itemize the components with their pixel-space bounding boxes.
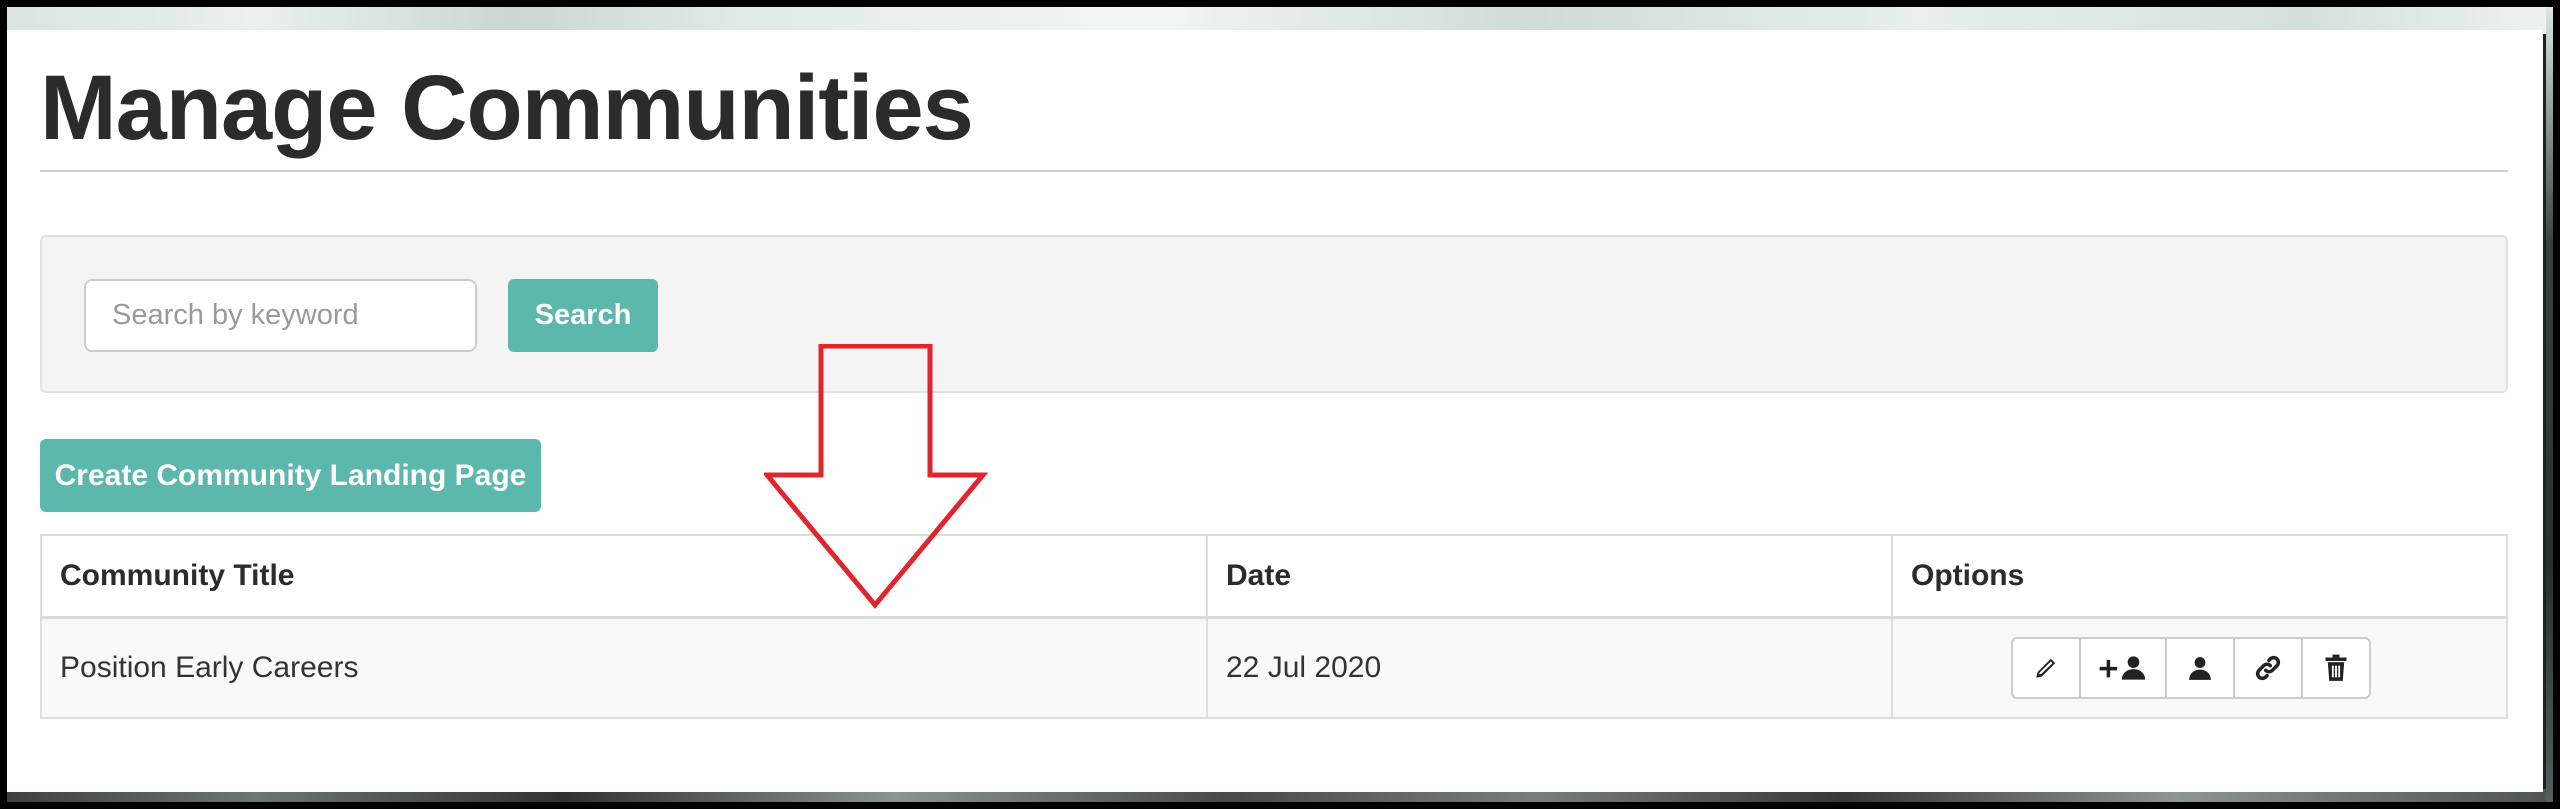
background-photo-top: [0, 0, 2560, 34]
search-well: Search: [40, 235, 2508, 393]
link-icon: [2254, 654, 2282, 682]
delete-button[interactable]: [2301, 636, 2371, 699]
column-header-date: Date: [1206, 534, 1893, 619]
content-panel: Manage Communities Search Create Communi…: [7, 30, 2543, 792]
column-header-options: Options: [1891, 534, 2508, 619]
edit-button[interactable]: [2011, 636, 2081, 699]
pencil-icon: [2033, 655, 2059, 681]
title-divider: [40, 170, 2508, 172]
add-user-icon: [2097, 654, 2149, 682]
page-title: Manage Communities: [40, 57, 974, 159]
search-button[interactable]: Search: [508, 279, 658, 352]
search-input[interactable]: [84, 279, 477, 352]
background-photo-right: [2546, 0, 2560, 809]
background-photo-bottom: [0, 789, 2560, 809]
create-community-landing-page-button[interactable]: Create Community Landing Page: [40, 439, 541, 512]
table-row: Position Early Careers 22 Jul 2020: [40, 616, 2508, 719]
user-icon: [2187, 655, 2213, 681]
options-cell: [1891, 616, 2508, 719]
community-title-cell: Position Early Careers: [40, 616, 1208, 719]
members-button[interactable]: [2165, 636, 2235, 699]
communities-table: Community Title Date Options Position Ea…: [40, 534, 2508, 719]
date-cell: 22 Jul 2020: [1206, 616, 1893, 719]
copy-link-button[interactable]: [2233, 636, 2303, 699]
row-options-group: [2011, 636, 2371, 699]
column-header-community-title: Community Title: [40, 534, 1208, 619]
add-member-button[interactable]: [2079, 636, 2167, 699]
trash-icon: [2324, 654, 2348, 682]
red-arrow-annotation: [764, 344, 989, 609]
table-header-row: Community Title Date Options: [40, 534, 2508, 619]
